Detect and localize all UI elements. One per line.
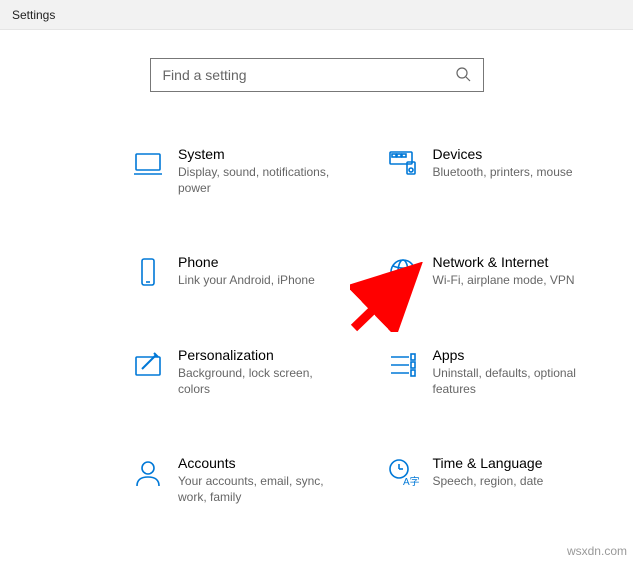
category-title: Phone bbox=[178, 254, 359, 270]
category-title: Apps bbox=[433, 347, 614, 363]
category-phone[interactable]: Phone Link your Android, iPhone bbox=[124, 254, 359, 288]
search-icon bbox=[455, 66, 471, 85]
apps-icon bbox=[379, 347, 427, 397]
category-title: System bbox=[178, 146, 359, 162]
category-desc: Uninstall, defaults, optional features bbox=[433, 365, 603, 397]
devices-icon bbox=[379, 146, 427, 196]
window-title: Settings bbox=[12, 8, 55, 22]
category-desc: Background, lock screen, colors bbox=[178, 365, 348, 397]
category-accounts[interactable]: Accounts Your accounts, email, sync, wor… bbox=[124, 455, 359, 505]
category-time-language[interactable]: A字 Time & Language Speech, region, date bbox=[379, 455, 614, 505]
category-apps[interactable]: Apps Uninstall, defaults, optional featu… bbox=[379, 347, 614, 397]
time-language-icon: A字 bbox=[379, 455, 427, 505]
category-title: Accounts bbox=[178, 455, 359, 471]
category-title: Personalization bbox=[178, 347, 359, 363]
settings-grid: System Display, sound, notifications, po… bbox=[0, 146, 633, 505]
category-desc: Bluetooth, printers, mouse bbox=[433, 164, 603, 180]
category-title: Time & Language bbox=[433, 455, 614, 471]
search-box[interactable] bbox=[150, 58, 484, 92]
phone-icon bbox=[124, 254, 172, 288]
category-personalization[interactable]: Personalization Background, lock screen,… bbox=[124, 347, 359, 397]
category-system[interactable]: System Display, sound, notifications, po… bbox=[124, 146, 359, 196]
svg-text:A字: A字 bbox=[403, 475, 419, 488]
category-desc: Link your Android, iPhone bbox=[178, 272, 348, 288]
category-desc: Your accounts, email, sync, work, family bbox=[178, 473, 348, 505]
search-input[interactable] bbox=[163, 67, 455, 83]
category-desc: Wi-Fi, airplane mode, VPN bbox=[433, 272, 603, 288]
category-desc: Display, sound, notifications, power bbox=[178, 164, 348, 196]
system-icon bbox=[124, 146, 172, 196]
window-titlebar: Settings bbox=[0, 0, 633, 30]
category-desc: Speech, region, date bbox=[433, 473, 603, 489]
personalization-icon bbox=[124, 347, 172, 397]
accounts-icon bbox=[124, 455, 172, 505]
category-devices[interactable]: Devices Bluetooth, printers, mouse bbox=[379, 146, 614, 196]
category-network[interactable]: Network & Internet Wi-Fi, airplane mode,… bbox=[379, 254, 614, 288]
category-title: Network & Internet bbox=[433, 254, 614, 270]
network-icon bbox=[379, 254, 427, 288]
category-title: Devices bbox=[433, 146, 614, 162]
watermark: wsxdn.com bbox=[567, 544, 627, 558]
